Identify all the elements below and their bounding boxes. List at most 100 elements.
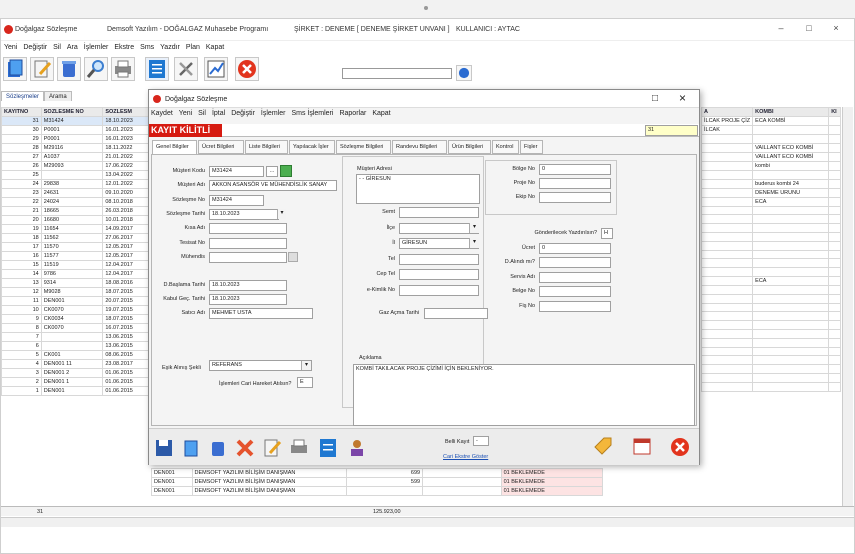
table-row[interactable]: VAILLANT ECO KOMBİ (700, 142, 841, 153)
customer-add-icon[interactable] (280, 165, 292, 177)
table-row[interactable]: 26 M29093 17.06.2022 (1, 161, 151, 171)
table-row[interactable] (700, 293, 841, 304)
table-row[interactable]: DENEME URUNU (700, 187, 841, 198)
dialog-menu-sil[interactable]: Sil (198, 110, 206, 117)
table-row[interactable]: DEN001 DEMSOFT YAZILIM BİLİŞİM DANIŞMAN 01… (151, 486, 604, 496)
edit-doc-button[interactable] (30, 57, 54, 81)
dialog-menu-yeni[interactable]: Yeni (179, 110, 192, 117)
tab-sözleşme-bilgileri[interactable]: Sözleşme Bilgileri (336, 140, 391, 154)
table-row[interactable]: 27 A1037 21.01.2022 (1, 152, 151, 162)
table-row[interactable] (700, 328, 841, 339)
col-header-kayitno[interactable]: KAYITNO (1, 107, 42, 117)
tab-yapılacak-i-şler[interactable]: Yapılacak İşler (289, 140, 335, 154)
engineer-field[interactable] (209, 251, 287, 263)
table-row[interactable]: 23 24631 09.10.2020 (1, 188, 151, 198)
col-header-kombi[interactable]: KOMBI (752, 107, 830, 117)
receipt-no-field[interactable] (539, 300, 611, 312)
footer-select[interactable]: - (473, 436, 489, 446)
table-row[interactable]: 12 M9028 18.07.2015 (1, 287, 151, 297)
customer-code-lookup-button[interactable]: … (266, 166, 278, 177)
team-no-field[interactable] (539, 192, 611, 203)
list-button[interactable] (145, 57, 169, 81)
table-row[interactable] (700, 355, 841, 366)
dialog-maximize-button[interactable]: □ (652, 93, 658, 104)
menu-item-sms[interactable]: Sms (140, 41, 154, 55)
table-row[interactable] (700, 223, 841, 233)
table-row[interactable]: 14 9786 12.04.2017 (1, 269, 151, 279)
table-row[interactable]: ECA (700, 196, 841, 207)
table-row[interactable]: 15 11519 12.04.2017 (1, 260, 151, 270)
table-row[interactable] (700, 134, 841, 144)
table-row[interactable]: 19 11654 14.09.2017 (1, 224, 151, 234)
contract-date-dropdown[interactable]: ▾ (277, 209, 286, 219)
city-dropdown[interactable]: ▾ (469, 238, 479, 248)
menu-item-yeni[interactable]: Yeni (4, 41, 17, 55)
table-row[interactable] (700, 231, 841, 242)
delete-record-button[interactable] (57, 57, 81, 81)
table-row[interactable]: 25 13.04.2022 (1, 170, 151, 180)
vertical-scrollbar[interactable] (842, 107, 853, 516)
tab-sozlesmeler[interactable]: Sözleşmeler (1, 91, 45, 101)
col-header-a[interactable]: A (700, 107, 754, 117)
contract-no-field[interactable]: M31424 (209, 194, 264, 206)
fee-field[interactable]: 0 (539, 242, 611, 254)
menu-item-yazdir[interactable]: Yazdır (160, 41, 180, 55)
close-button[interactable]: × (829, 23, 843, 35)
table-row[interactable]: 3 DEN001 2 01.06.2015 (1, 368, 151, 378)
send-print-field[interactable]: H (601, 228, 613, 239)
table-row[interactable]: 20 16680 10.01.2018 (1, 215, 151, 225)
edit-button[interactable] (261, 437, 283, 459)
table-row[interactable] (700, 205, 841, 216)
horizontal-scrollbar[interactable] (1, 517, 854, 527)
list-button-dialog[interactable] (317, 437, 339, 459)
customer-name-field[interactable]: AKKON ASANSÖR VE MÜHENDİSLİK SANAY (209, 180, 337, 192)
dialog-menu-kapat[interactable]: Kapat (372, 110, 390, 117)
table-row[interactable]: 30 P0001 16.01.2023 (1, 125, 151, 135)
address-field[interactable]: - - GİRESUN (356, 174, 480, 204)
tools-button[interactable] (174, 57, 198, 81)
table-row[interactable] (700, 364, 841, 374)
record-no-field[interactable]: 31 (645, 125, 698, 136)
acceptance-date-field[interactable]: 18.10.2023 (209, 294, 287, 305)
menu-item-islemler[interactable]: İşlemler (84, 41, 109, 55)
col-header-sozlesme-tarihi[interactable]: SOZLESM (102, 107, 151, 117)
table-row[interactable]: İLCAK PROJE ÇİZ ECA KOMBİ (700, 116, 841, 126)
table-row[interactable]: 29 P0001 16.01.2023 (1, 134, 151, 144)
table-row[interactable]: 28 M29116 18.11.2022 (1, 143, 151, 153)
region-no-field[interactable]: 0 (539, 164, 611, 175)
tab-ücret-bilgileri[interactable]: Ücret Bilgileri (198, 140, 244, 154)
dialog-menu-iptal[interactable]: İptal (212, 110, 225, 117)
table-row[interactable]: 8 CK0070 16.07.2015 (1, 323, 151, 333)
search-button[interactable] (84, 57, 108, 81)
tab-genel-bilgiler[interactable]: Genel Bilgiler (152, 140, 197, 154)
maximize-button[interactable]: □ (802, 23, 816, 35)
tab-arama[interactable]: Arama (44, 91, 72, 101)
table-row[interactable] (700, 381, 841, 392)
district-dropdown[interactable]: ▾ (469, 223, 479, 233)
print-button[interactable] (111, 57, 135, 81)
table-row[interactable] (700, 240, 841, 251)
service-name-field[interactable] (539, 271, 611, 283)
table-row[interactable]: 9 CK0034 18.07.2015 (1, 314, 151, 324)
dialog-menu-raporlar[interactable]: Raporlar (339, 110, 366, 117)
dialog-menu-islemler[interactable]: İşlemler (261, 110, 286, 117)
status-dropdown[interactable]: ▾ (301, 361, 311, 370)
tag-button[interactable] (592, 435, 616, 459)
col-header-sozlesme-no[interactable]: SOZLESME NO (40, 107, 104, 117)
dialog-menu-kaydet[interactable]: Kaydet (151, 110, 173, 117)
footer-link[interactable]: Cari Ekstre Göster (443, 454, 488, 460)
table-row[interactable]: 10 CK0070 19.07.2015 (1, 305, 151, 315)
dialog-close-button[interactable]: × (679, 91, 686, 105)
table-row[interactable]: 24 29838 12.01.2022 (1, 179, 151, 189)
table-row[interactable]: DEN001 DEMSOFT YAZILIM BİLİŞİM DANIŞMAN 59… (151, 477, 604, 487)
menu-item-ara[interactable]: Ara (67, 41, 78, 55)
table-row[interactable]: buderus kombi 24 (700, 178, 841, 189)
table-row[interactable] (700, 249, 841, 260)
customer-code-field[interactable]: M31424 (209, 166, 264, 177)
table-row[interactable] (700, 267, 841, 277)
gas-open-date-field[interactable] (424, 308, 488, 319)
toolbar-search-input[interactable] (342, 68, 452, 79)
district-name-field[interactable] (399, 207, 479, 218)
close-dialog-button[interactable] (669, 436, 691, 458)
seller-name-field[interactable]: MEHMET USTA (209, 308, 313, 319)
